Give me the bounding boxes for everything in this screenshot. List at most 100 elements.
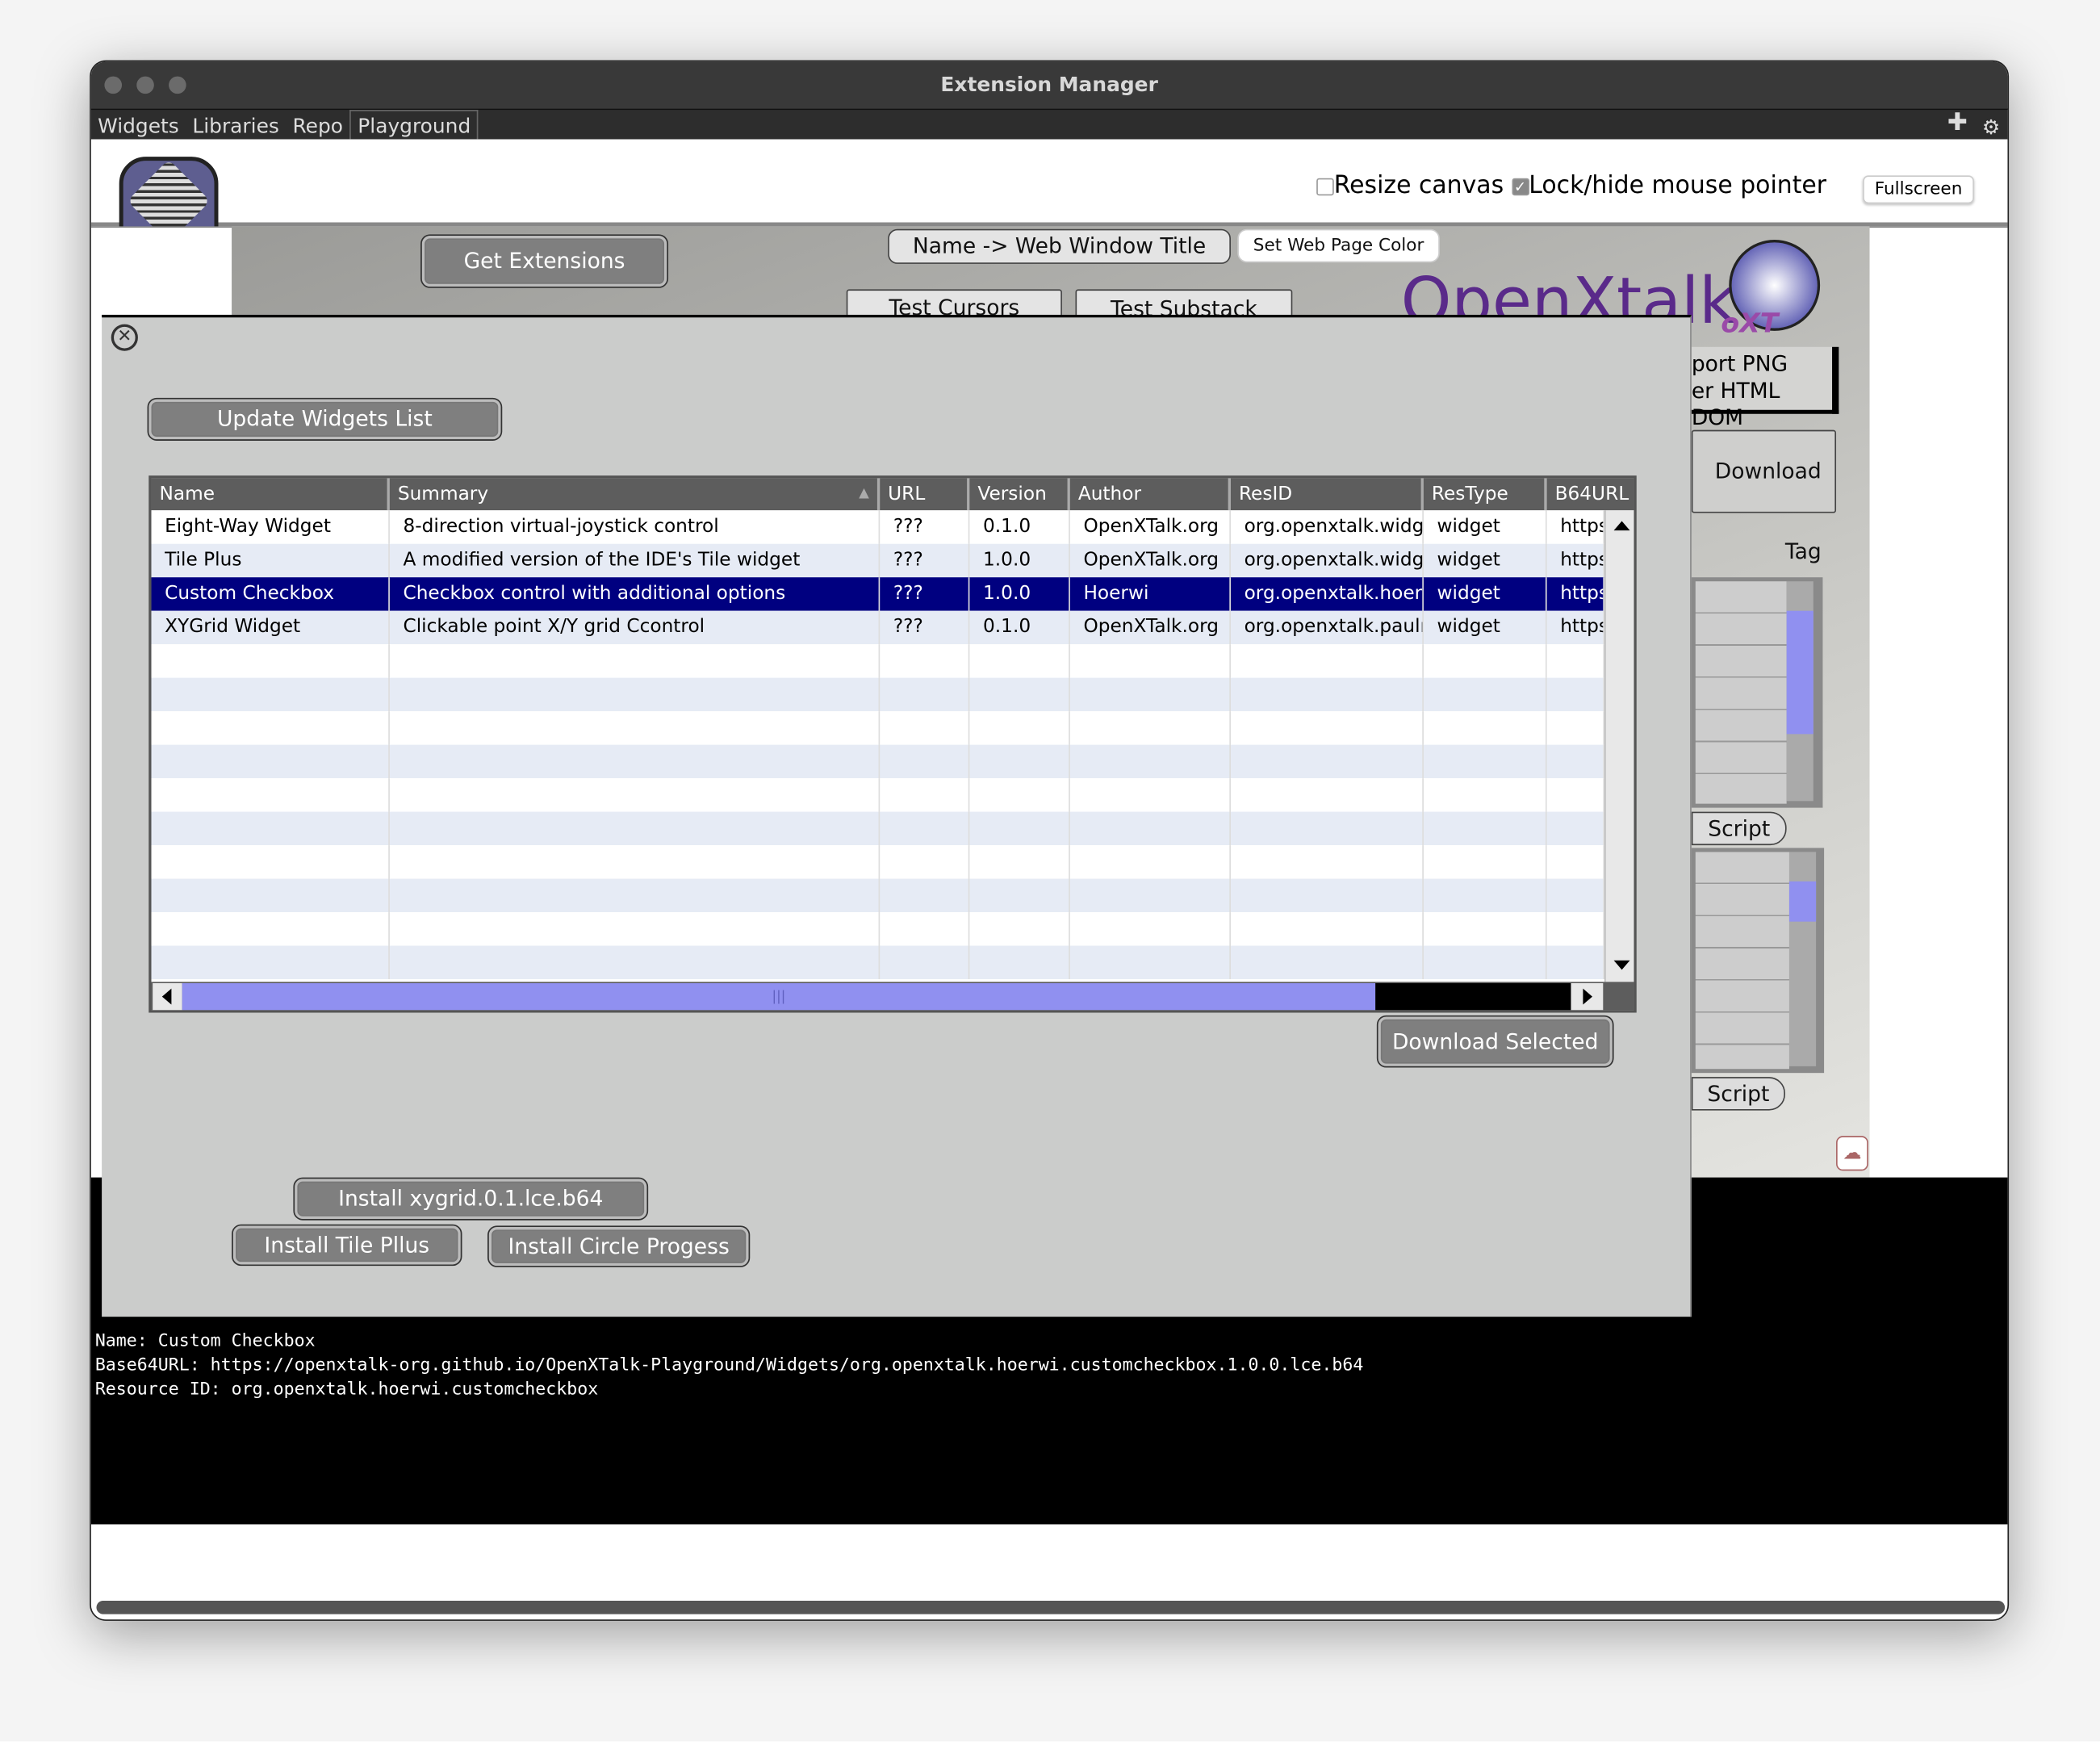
- scroll-left-icon[interactable]: [161, 988, 172, 1005]
- cell-url: [880, 778, 970, 812]
- cell-resid: org.openxtalk.paulm: [1231, 610, 1424, 645]
- cell-author: [1070, 811, 1231, 846]
- column-header-label: Summary: [397, 484, 489, 505]
- scroll-right-icon[interactable]: [1583, 988, 1593, 1005]
- cell-url: [880, 878, 970, 913]
- zoom-window-button[interactable]: [169, 76, 186, 94]
- cell-version: [969, 912, 1070, 946]
- cell-url: ???: [880, 510, 970, 544]
- cell-name: XYGrid Widget: [152, 610, 390, 645]
- cell-resid: [1231, 912, 1424, 946]
- download-tag-button[interactable]: Download Tag: [1691, 429, 1837, 564]
- cell-summary: [390, 744, 881, 779]
- cell-b64url: [1547, 644, 1604, 678]
- menu-playground[interactable]: Playground: [349, 110, 479, 141]
- table-row[interactable]: Custom Checkbox Checkbox control with add…: [151, 577, 1604, 611]
- cell-restype: [1424, 644, 1547, 678]
- column-header-url[interactable]: URL: [880, 478, 970, 511]
- horizontal-scrollbar[interactable]: [96, 1600, 2006, 1614]
- cell-author: [1070, 778, 1231, 812]
- cell-resid: [1231, 644, 1424, 678]
- widgets-table[interactable]: Name Summary ▲ URL Version Author ResID R…: [149, 475, 1637, 1013]
- install-circle-progress-button[interactable]: Install Circle Progess: [487, 1225, 751, 1267]
- script-list-1[interactable]: [1691, 577, 1823, 808]
- cell-resid: org.openxtalk.widge: [1231, 510, 1424, 544]
- extension-manager-window: Extension Manager Widgets Libraries Repo Pl…: [90, 60, 2010, 1621]
- cell-url: ???: [880, 610, 970, 645]
- cell-resid: [1231, 845, 1424, 879]
- cell-b64url: [1547, 845, 1604, 879]
- cell-version: [969, 811, 1070, 846]
- scroll-up-icon[interactable]: [1613, 521, 1630, 531]
- cell-author: OpenXTalk.org: [1070, 510, 1231, 544]
- sort-ascending-icon: ▲: [859, 486, 869, 501]
- cell-url: [880, 912, 970, 946]
- empty-row: [151, 878, 1604, 913]
- download-selected-button[interactable]: Download Selected: [1376, 1015, 1614, 1068]
- cell-version: [969, 711, 1070, 745]
- widgets-dialog: ✕ Update Widgets List Name Summary ▲ URL …: [102, 314, 1692, 1317]
- plus-icon[interactable]: ✚: [1940, 108, 1974, 138]
- gear-icon[interactable]: ⚙: [1976, 112, 2007, 142]
- column-header-restype[interactable]: ResType: [1423, 478, 1547, 511]
- cell-restype: widget: [1424, 610, 1547, 645]
- script-button-2[interactable]: Script: [1691, 1077, 1785, 1111]
- resize-canvas-checkbox[interactable]: [1316, 177, 1334, 195]
- cell-version: 1.0.0: [969, 543, 1070, 578]
- cell-resid: [1231, 677, 1424, 712]
- cell-name: [152, 945, 390, 980]
- cell-restype: [1424, 878, 1547, 913]
- empty-row: [151, 845, 1604, 879]
- cell-author: [1070, 912, 1231, 946]
- column-header-b64url[interactable]: B64URL: [1546, 478, 1634, 511]
- column-header-author[interactable]: Author: [1069, 478, 1231, 511]
- export-button[interactable]: port PNG er HTML DOM: [1691, 346, 1839, 430]
- scroll-thumb[interactable]: [1788, 881, 1817, 922]
- console-line: Resource ID: org.openxtalk.hoerwi.custom…: [94, 1380, 599, 1401]
- menu-widgets[interactable]: Widgets: [91, 111, 186, 141]
- cell-author: Hoerwi: [1070, 577, 1231, 611]
- minimize-window-button[interactable]: [136, 76, 154, 94]
- column-header-version[interactable]: Version: [969, 478, 1070, 511]
- cell-b64url: https: [1547, 510, 1604, 544]
- vertical-scrollbar[interactable]: [1604, 510, 1634, 982]
- table-row[interactable]: Tile Plus A modified version of the IDE's…: [151, 543, 1604, 578]
- cell-author: [1070, 945, 1231, 980]
- cell-name: Tile Plus: [152, 543, 390, 578]
- name-to-title-button[interactable]: Name -> Web Window Title: [888, 228, 1231, 264]
- empty-row: [151, 744, 1604, 779]
- cell-author: OpenXTalk.org: [1070, 543, 1231, 578]
- cell-resid: [1231, 744, 1424, 779]
- cell-summary: Clickable point X/Y grid Ccontrol: [390, 610, 881, 645]
- menu-libraries[interactable]: Libraries: [186, 111, 286, 141]
- scroll-thumb[interactable]: |||: [182, 982, 1376, 1011]
- cell-resid: [1231, 711, 1424, 745]
- cell-resid: [1231, 778, 1424, 812]
- menu-repo[interactable]: Repo: [286, 111, 349, 141]
- column-header-resid[interactable]: ResID: [1230, 478, 1424, 511]
- cell-version: [969, 778, 1070, 812]
- update-widgets-list-button[interactable]: Update Widgets List: [147, 397, 503, 441]
- close-icon[interactable]: ✕: [111, 324, 138, 351]
- scroll-thumb[interactable]: [1786, 610, 1813, 735]
- cell-name: [152, 744, 390, 779]
- lock-mouse-checkbox[interactable]: ✓: [1511, 177, 1529, 195]
- install-tile-plus-button[interactable]: Install Tile Pllus: [232, 1224, 462, 1267]
- cloud-download-icon[interactable]: ☁: [1836, 1136, 1868, 1171]
- column-header-summary[interactable]: Summary ▲: [389, 478, 881, 511]
- install-xygrid-button[interactable]: Install xygrid.0.1.lce.b64: [293, 1177, 649, 1221]
- cell-version: [969, 744, 1070, 779]
- scroll-down-icon[interactable]: [1613, 960, 1630, 970]
- set-web-page-color-button[interactable]: Set Web Page Color: [1237, 228, 1440, 263]
- close-window-button[interactable]: [104, 76, 123, 94]
- script-list-2[interactable]: [1691, 848, 1825, 1074]
- column-header-name[interactable]: Name: [151, 478, 390, 511]
- horizontal-scrollbar[interactable]: |||: [151, 982, 1634, 1011]
- get-extensions-button[interactable]: Get Extensions: [420, 234, 669, 288]
- cell-b64url: [1547, 778, 1604, 812]
- table-row[interactable]: XYGrid Widget Clickable point X/Y grid Cc…: [151, 610, 1604, 645]
- cell-author: [1070, 711, 1231, 745]
- table-row[interactable]: Eight-Way Widget 8-direction virtual-joys…: [151, 510, 1604, 544]
- script-button-1[interactable]: Script: [1691, 811, 1787, 846]
- fullscreen-button[interactable]: Fullscreen: [1863, 175, 1974, 204]
